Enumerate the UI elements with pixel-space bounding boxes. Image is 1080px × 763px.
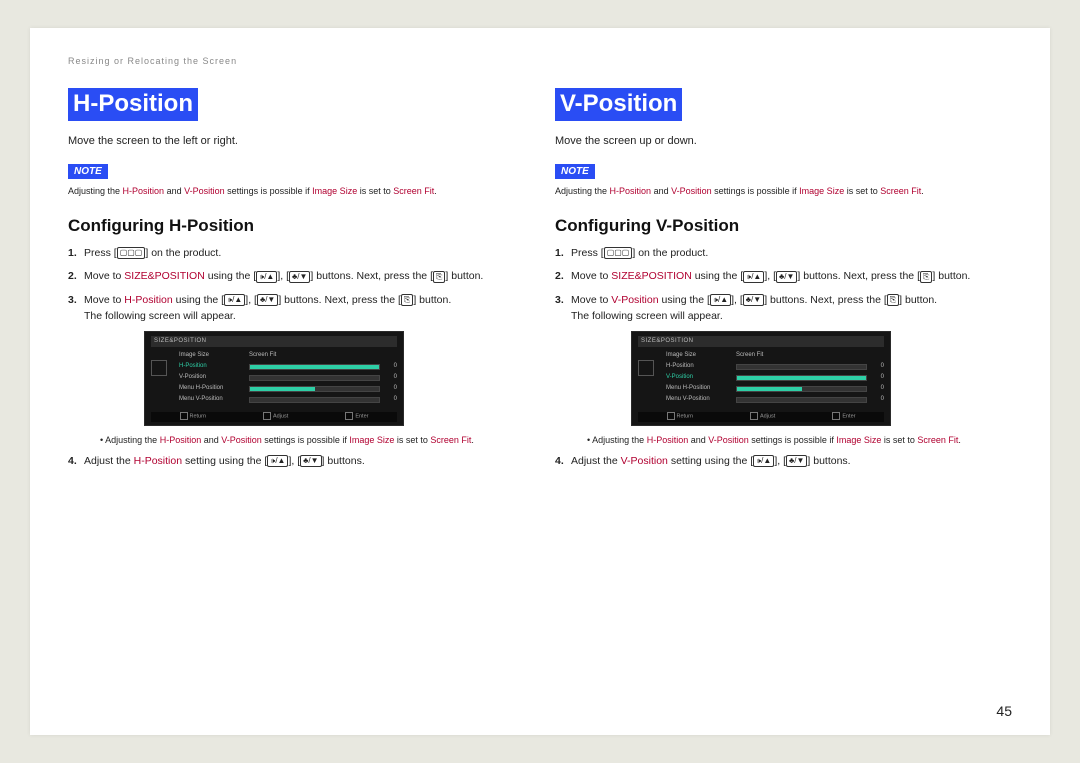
v-position-heading: V-Position <box>555 88 682 121</box>
down-icon: ♣/▼ <box>786 455 807 467</box>
osd-row-menu-v: Menu V-Position0 <box>151 395 397 405</box>
up-icon: 🕩/▲ <box>256 271 277 283</box>
breadcrumb: Resizing or Relocating the Screen <box>68 56 1012 66</box>
step-1: Press [▢▢▢] on the product. <box>68 246 525 262</box>
osd-row-h-position: H-Position0 <box>638 362 884 372</box>
up-icon: 🕩/▲ <box>710 294 731 306</box>
osd-title: SIZE&POSITION <box>638 336 884 347</box>
down-icon: ♣/▼ <box>300 455 321 467</box>
osd-row-image-size: Image SizeScreen Fit <box>151 351 397 361</box>
configuring-v-position-heading: Configuring V-Position <box>555 216 1012 236</box>
manual-page: Resizing or Relocating the Screen H-Posi… <box>30 28 1050 735</box>
osd-title: SIZE&POSITION <box>151 336 397 347</box>
down-icon: ♣/▼ <box>776 271 797 283</box>
up-icon: 🕩/▲ <box>743 271 764 283</box>
step-2: Move to SIZE&POSITION using the [🕩/▲], [… <box>555 269 1012 285</box>
v-position-steps: Press [▢▢▢] on the product. Move to SIZE… <box>555 246 1012 470</box>
step-1: Press [▢▢▢] on the product. <box>555 246 1012 262</box>
osd-footer: ReturnAdjustEnter <box>151 412 397 422</box>
up-icon: 🕩/▲ <box>267 455 288 467</box>
h-position-heading: H-Position <box>68 88 198 121</box>
column-right: V-Position Move the screen up or down. N… <box>555 88 1012 478</box>
column-left: H-Position Move the screen to the left o… <box>68 88 525 478</box>
up-icon: 🕩/▲ <box>753 455 774 467</box>
osd-row-menu-h: Menu H-Position0 <box>638 384 884 394</box>
osd-screenshot-v: SIZE&POSITION Image SizeScreen Fit H-Pos… <box>631 331 891 426</box>
menu-icon: ▢▢▢ <box>117 247 146 259</box>
step-4: Adjust the V-Position setting using the … <box>555 454 1012 470</box>
note-badge: NOTE <box>555 164 595 179</box>
configuring-h-position-heading: Configuring H-Position <box>68 216 525 236</box>
note-text: Adjusting the H-Position and V-Position … <box>555 185 1012 198</box>
osd-row-menu-h: Menu H-Position0 <box>151 384 397 394</box>
step-3: Move to V-Position using the [🕩/▲], [♣/▼… <box>555 293 1012 446</box>
down-icon: ♣/▼ <box>743 294 764 306</box>
osd-screenshot-h: SIZE&POSITION Image SizeScreen Fit H-Pos… <box>144 331 404 426</box>
osd-footer: ReturnAdjustEnter <box>638 412 884 422</box>
enter-icon: ⎘ <box>401 294 413 306</box>
page-number: 45 <box>996 703 1012 719</box>
osd-category-icon <box>151 360 167 376</box>
bullet-note: Adjusting the H-Position and V-Position … <box>100 434 525 447</box>
down-icon: ♣/▼ <box>257 294 278 306</box>
menu-icon: ▢▢▢ <box>604 247 633 259</box>
enter-icon: ⎘ <box>920 271 932 283</box>
note-text: Adjusting the H-Position and V-Position … <box>68 185 525 198</box>
up-icon: 🕩/▲ <box>224 294 245 306</box>
step-2: Move to SIZE&POSITION using the [🕩/▲], [… <box>68 269 525 285</box>
enter-icon: ⎘ <box>433 271 445 283</box>
bullet-note: Adjusting the H-Position and V-Position … <box>587 434 1012 447</box>
osd-row-h-position: H-Position0 <box>151 362 397 372</box>
step-4: Adjust the H-Position setting using the … <box>68 454 525 470</box>
v-position-desc: Move the screen up or down. <box>555 135 1012 147</box>
note-badge: NOTE <box>68 164 108 179</box>
osd-category-icon <box>638 360 654 376</box>
osd-row-image-size: Image SizeScreen Fit <box>638 351 884 361</box>
step-3: Move to H-Position using the [🕩/▲], [♣/▼… <box>68 293 525 446</box>
osd-row-v-position: V-Position0 <box>638 373 884 383</box>
osd-row-v-position: V-Position0 <box>151 373 397 383</box>
osd-row-menu-v: Menu V-Position0 <box>638 395 884 405</box>
h-position-desc: Move the screen to the left or right. <box>68 135 525 147</box>
h-position-steps: Press [▢▢▢] on the product. Move to SIZE… <box>68 246 525 470</box>
enter-icon: ⎘ <box>887 294 899 306</box>
down-icon: ♣/▼ <box>289 271 310 283</box>
two-columns: H-Position Move the screen to the left o… <box>68 88 1012 478</box>
